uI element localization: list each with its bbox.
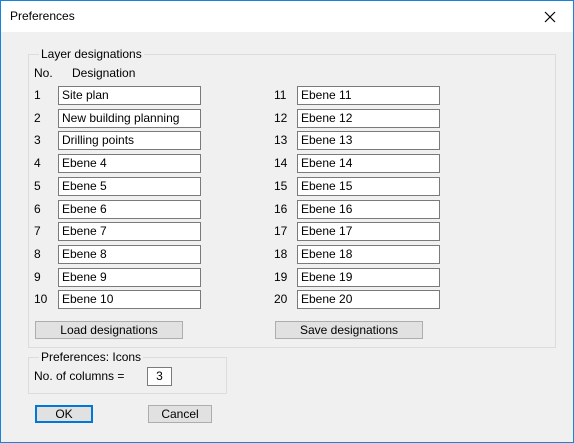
designation-input[interactable]: Drilling points	[58, 131, 201, 151]
designation-input[interactable]: Ebene 6	[58, 199, 201, 219]
designation-input[interactable]: Ebene 4	[58, 154, 201, 174]
row-number: 18	[274, 246, 288, 261]
row-number: 2	[34, 110, 41, 125]
designation-input[interactable]: Ebene 15	[297, 176, 440, 196]
save-designations-button[interactable]: Save designations	[275, 321, 423, 339]
designation-input[interactable]: Ebene 13	[297, 131, 440, 151]
row-number: 12	[274, 110, 288, 125]
columns-label: No. of columns =	[34, 369, 125, 383]
designation-input[interactable]: Ebene 16	[297, 199, 440, 219]
cancel-button[interactable]: Cancel	[148, 405, 212, 423]
designation-input[interactable]: Ebene 7	[58, 222, 201, 242]
row-number: 17	[274, 224, 288, 239]
row-number: 14	[274, 156, 288, 171]
designation-input[interactable]: New building planning	[58, 108, 201, 128]
close-icon	[544, 11, 556, 22]
designation-input[interactable]: Ebene 18	[297, 244, 440, 264]
load-designations-button[interactable]: Load designations	[35, 321, 183, 339]
row-number: 6	[34, 201, 41, 216]
row-number: 8	[34, 246, 41, 261]
column-header-designation: Designation	[72, 66, 136, 80]
designation-input[interactable]: Ebene 10	[58, 290, 201, 310]
designation-input[interactable]: Ebene 12	[297, 108, 440, 128]
row-number: 3	[34, 133, 41, 148]
layer-designations-legend: Layer designations	[39, 47, 144, 61]
ok-button[interactable]: OK	[35, 405, 93, 423]
row-number: 11	[274, 88, 287, 102]
designation-input[interactable]: Ebene 20	[297, 290, 440, 310]
title-bar: Preferences	[1, 1, 573, 32]
columns-input[interactable]: 3	[147, 367, 172, 386]
row-number: 10	[34, 292, 48, 307]
designation-input[interactable]: Ebene 14	[297, 154, 440, 174]
row-number: 19	[274, 269, 288, 284]
row-number: 7	[34, 224, 41, 239]
designation-input[interactable]: Ebene 19	[297, 267, 440, 287]
row-number: 13	[274, 133, 288, 148]
designation-input[interactable]: Ebene 17	[297, 222, 440, 242]
icons-preferences-legend: Preferences: Icons	[39, 350, 144, 364]
row-number: 15	[274, 178, 288, 193]
designation-input[interactable]: Ebene 5	[58, 176, 201, 196]
preferences-dialog: Preferences Layer designations No. Desig…	[0, 0, 574, 443]
row-number: 20	[274, 292, 288, 307]
designation-input[interactable]: Site plan	[58, 86, 201, 105]
window-title: Preferences	[10, 9, 75, 23]
row-number: 16	[274, 201, 288, 216]
row-number: 5	[34, 178, 41, 193]
designation-input[interactable]: Ebene 9	[58, 267, 201, 287]
column-header-no: No.	[34, 66, 53, 80]
designation-input[interactable]: Ebene 8	[58, 244, 201, 264]
designation-input[interactable]: Ebene 11	[297, 86, 440, 105]
row-number: 4	[34, 156, 41, 171]
close-button[interactable]	[527, 1, 573, 32]
row-number: 1	[34, 88, 41, 102]
row-number: 9	[34, 269, 41, 284]
